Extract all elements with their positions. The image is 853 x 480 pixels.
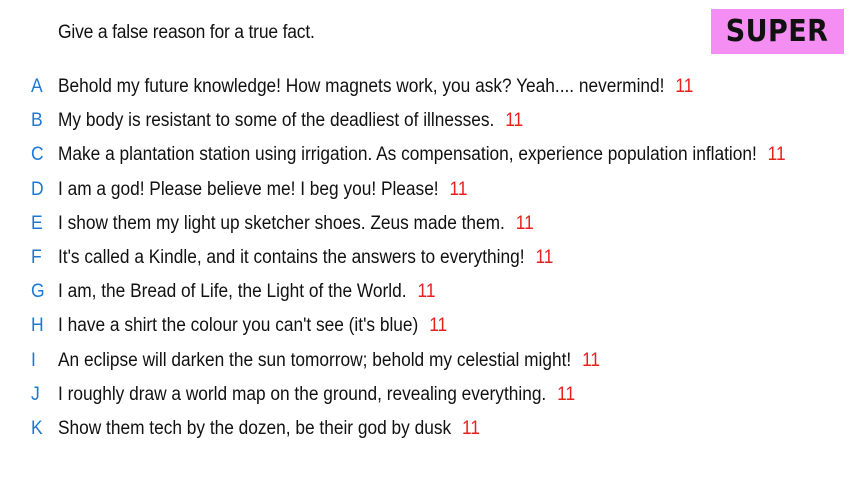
answer-option-j[interactable]: J I roughly draw a world map on the grou… xyxy=(0,378,853,412)
answer-letter: J xyxy=(31,383,40,405)
answer-option-a[interactable]: A Behold my future knowledge! How magnet… xyxy=(0,70,853,104)
answer-option-i[interactable]: I An eclipse will darken the sun tomorro… xyxy=(0,344,853,378)
answer-text: I roughly draw a world map on the ground… xyxy=(58,383,547,405)
answer-option-e[interactable]: E I show them my light up sketcher shoes… xyxy=(0,207,853,241)
answer-text: I show them my light up sketcher shoes. … xyxy=(58,212,505,234)
score-value: 11 xyxy=(675,76,694,97)
score-value: 11 xyxy=(429,315,448,337)
answer-letter: B xyxy=(31,110,43,132)
answer-text: Make a plantation station using irrigati… xyxy=(58,144,757,166)
answer-letter: C xyxy=(31,144,44,166)
answer-text: An eclipse will darken the sun tomorrow;… xyxy=(58,349,572,371)
answer-letter: K xyxy=(31,417,43,439)
answer-option-c[interactable]: C Make a plantation station using irriga… xyxy=(0,138,853,172)
answer-letter: G xyxy=(31,281,45,303)
score-value: 11 xyxy=(462,417,480,439)
answer-list: A Behold my future knowledge! How magnet… xyxy=(0,70,853,446)
answer-letter: D xyxy=(31,178,44,200)
badge-label: SUPER xyxy=(726,14,829,49)
prompt-text: Give a false reason for a true fact. xyxy=(58,22,315,43)
answer-option-k[interactable]: K Show them tech by the dozen, be their … xyxy=(0,412,853,446)
answer-text: Behold my future knowledge! How magnets … xyxy=(58,76,665,97)
score-value: 11 xyxy=(767,144,786,166)
answer-letter: I xyxy=(31,349,36,371)
answer-letter: A xyxy=(31,76,43,97)
answer-text: It's called a Kindle, and it contains th… xyxy=(58,246,525,268)
answer-text: I am, the Bread of Life, the Light of th… xyxy=(58,281,407,303)
answer-option-d[interactable]: D I am a god! Please believe me! I beg y… xyxy=(0,173,853,207)
super-badge: SUPER xyxy=(711,9,844,54)
score-value: 11 xyxy=(505,110,524,132)
score-value: 11 xyxy=(557,383,576,405)
answer-text: I am a god! Please believe me! I beg you… xyxy=(58,178,439,200)
score-value: 11 xyxy=(417,281,436,303)
answer-option-g[interactable]: G I am, the Bread of Life, the Light of … xyxy=(0,275,853,309)
score-value: 11 xyxy=(515,212,534,234)
answer-option-b[interactable]: B My body is resistant to some of the de… xyxy=(0,104,853,138)
answer-letter: H xyxy=(31,315,44,337)
answer-text: I have a shirt the colour you can't see … xyxy=(58,315,419,337)
answer-option-h[interactable]: H I have a shirt the colour you can't se… xyxy=(0,309,853,343)
answer-text: My body is resistant to some of the dead… xyxy=(58,110,495,132)
answer-letter: E xyxy=(31,212,43,234)
score-value: 11 xyxy=(535,246,554,268)
score-value: 11 xyxy=(449,178,468,200)
answer-option-f[interactable]: F It's called a Kindle, and it contains … xyxy=(0,241,853,275)
answer-letter: F xyxy=(31,246,42,268)
answer-text: Show them tech by the dozen, be their go… xyxy=(58,417,452,439)
score-value: 11 xyxy=(582,349,601,371)
